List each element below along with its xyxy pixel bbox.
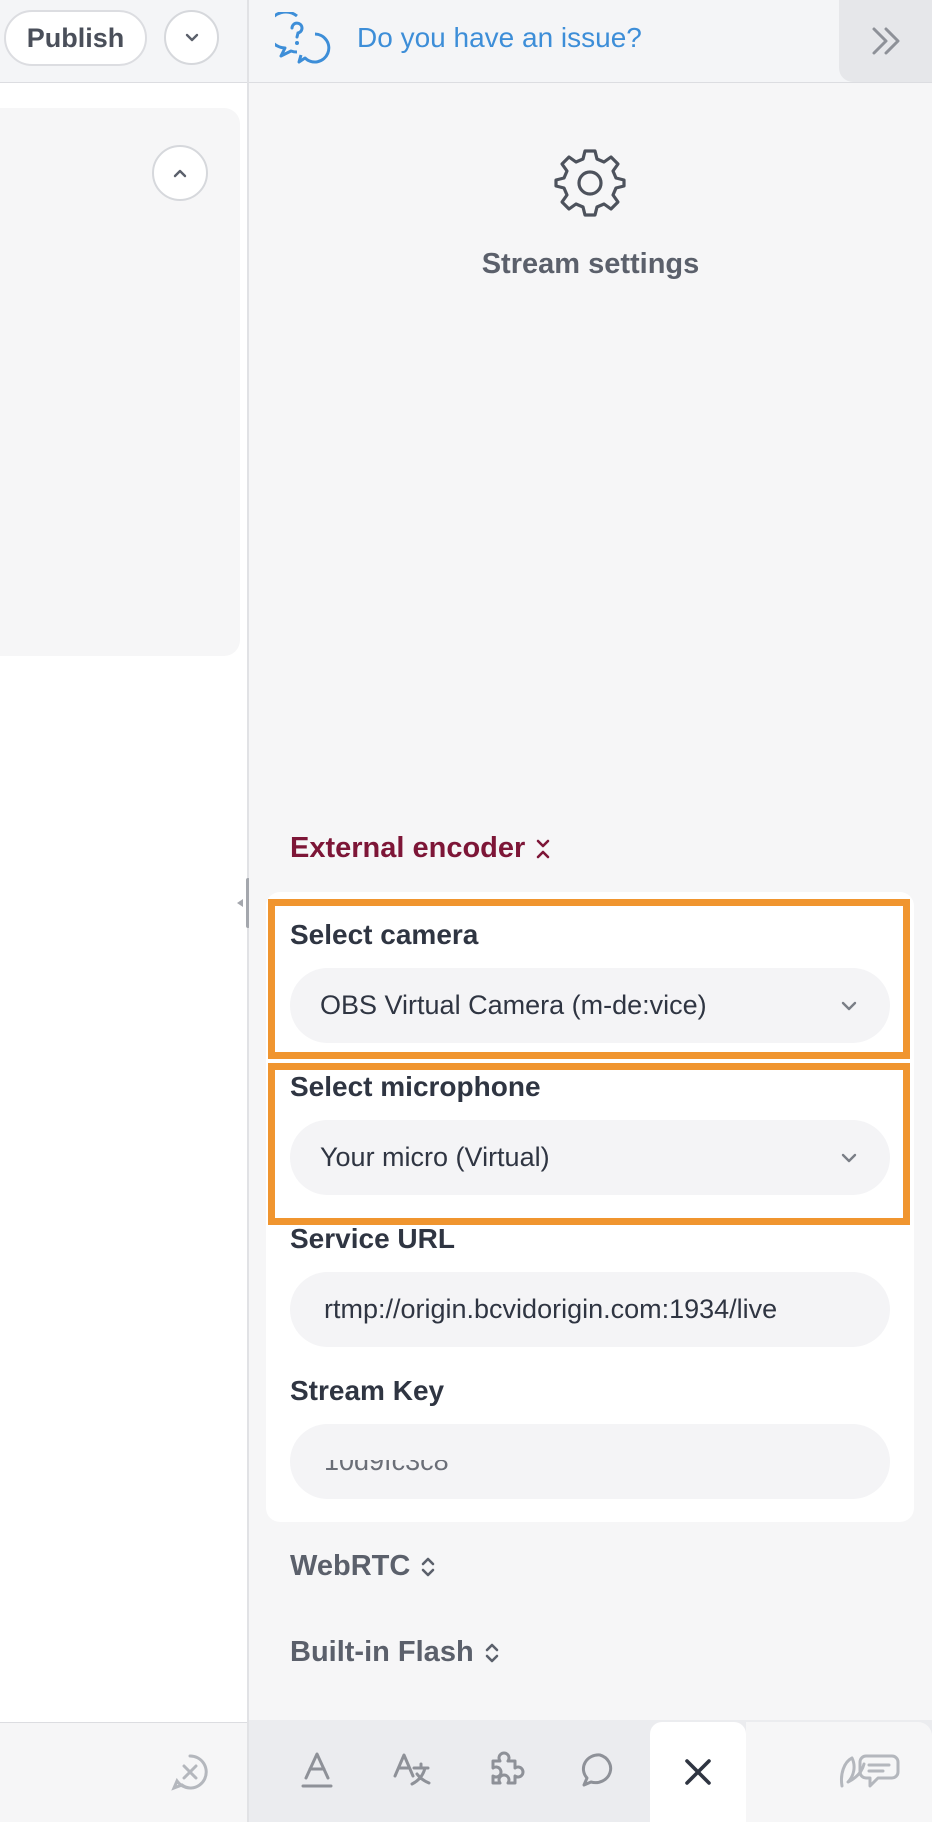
camera-highlight-box <box>268 899 910 1059</box>
puzzle-icon <box>491 1751 525 1785</box>
collapse-panel-button[interactable] <box>839 0 932 82</box>
text-format-button[interactable] <box>289 1742 345 1798</box>
translate-icon <box>393 1753 431 1786</box>
translate-button[interactable] <box>384 1742 440 1798</box>
publish-options-button[interactable] <box>164 10 219 65</box>
service-url-value: rtmp://origin.bcvidorigin.com:1934/live <box>324 1294 778 1324</box>
section-label: WebRTC <box>290 1550 411 1582</box>
editor-card <box>0 108 240 656</box>
stream-key-input[interactable]: 10d9fc3c8 <box>290 1424 890 1499</box>
collapse-card-button[interactable] <box>152 145 208 201</box>
stream-key-value: 10d9fc3c8 <box>324 1446 449 1476</box>
stream-key-label: Stream Key <box>290 1375 445 1406</box>
section-label: Built-in Flash <box>290 1636 474 1668</box>
service-url-input[interactable]: rtmp://origin.bcvidorigin.com:1934/live <box>290 1272 890 1347</box>
close-panel-tab[interactable] <box>650 1722 746 1822</box>
editor-toolbar: Publish <box>0 0 248 83</box>
editor-footer <box>0 1722 248 1822</box>
section-external-encoder[interactable]: External encoder <box>290 832 551 865</box>
expand-chevrons-icon <box>485 1643 498 1662</box>
collapse-chevrons-icon <box>537 839 550 858</box>
microphone-highlight-box <box>268 1063 910 1225</box>
settings-header: Do you have an issue? <box>249 0 932 83</box>
comments-button[interactable] <box>572 1742 628 1798</box>
close-circle-icon[interactable] <box>169 1751 211 1793</box>
issue-link[interactable]: Do you have an issue? <box>357 20 642 56</box>
section-webrtc[interactable]: WebRTC <box>290 1550 436 1583</box>
editor-pane: Publish <box>0 0 248 1822</box>
chevron-down-icon <box>185 33 198 41</box>
chat-bubble-icon <box>581 1753 613 1787</box>
extensions-button[interactable] <box>478 1742 534 1798</box>
section-builtin-flash[interactable]: Built-in Flash <box>290 1636 500 1669</box>
double-chevron-right-icon <box>872 27 899 55</box>
help-chat-icon <box>275 12 331 64</box>
brand-area <box>746 1722 932 1822</box>
close-icon <box>685 1759 711 1785</box>
panel-title: Stream settings <box>481 248 700 280</box>
chevron-up-icon <box>173 169 187 178</box>
brand-logo-icon <box>840 1754 900 1788</box>
service-url-label: Service URL <box>290 1223 455 1254</box>
text-format-icon <box>301 1752 333 1788</box>
gear-icon <box>554 149 626 217</box>
section-label: External encoder <box>290 832 526 864</box>
stream-settings-pane: Do you have an issue? Stream settings Ex… <box>249 0 932 1822</box>
publish-button[interactable]: Publish <box>4 10 147 66</box>
expand-chevrons-icon <box>421 1557 435 1576</box>
